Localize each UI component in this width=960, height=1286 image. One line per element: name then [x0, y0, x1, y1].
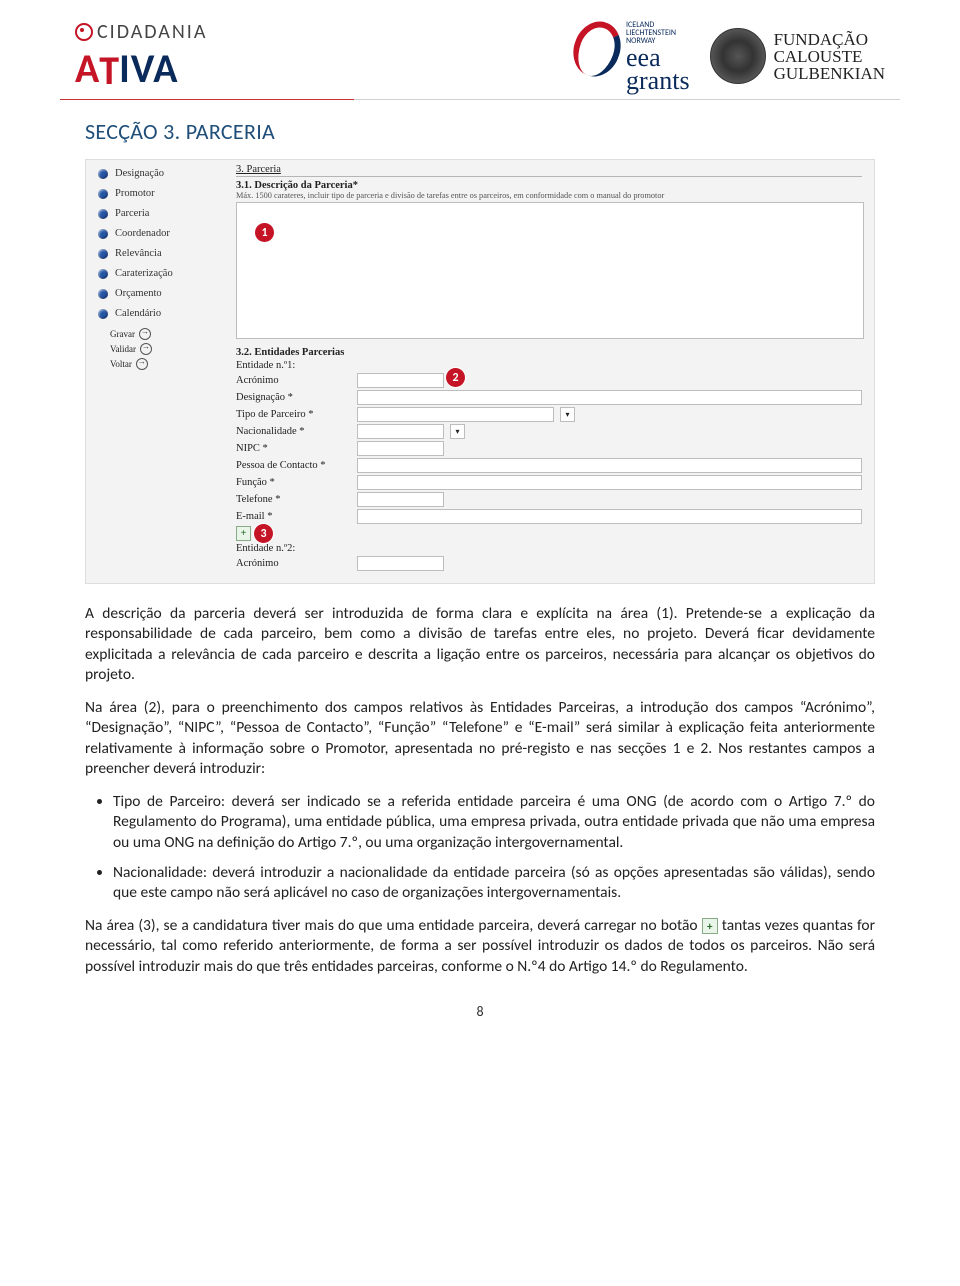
input-nipc[interactable]: [357, 441, 444, 456]
header-divider: [60, 99, 900, 100]
sidebar-item-relevancia[interactable]: Relevância: [98, 248, 218, 259]
paragraph-1: A descrição da parceria deverá ser intro…: [85, 604, 875, 686]
label-telefone: Telefone *: [236, 494, 351, 505]
arrow-icon: [136, 358, 148, 370]
sidebar-nav: Designação Promotor Parceria Coordenador…: [90, 164, 220, 573]
body-text: A descrição da parceria deverá ser intro…: [85, 604, 875, 977]
chevron-down-icon[interactable]: ▾: [560, 407, 575, 422]
bullet-icon: [98, 169, 108, 179]
paragraph-2: Na área (2), para o preenchimento dos ca…: [85, 698, 875, 780]
input-telefone[interactable]: [357, 492, 444, 507]
sidebar-item-promotor[interactable]: Promotor: [98, 188, 218, 199]
label-nacionalidade: Nacionalidade *: [236, 426, 351, 437]
paragraph-3: Na área (3), se a candidatura tiver mais…: [85, 916, 875, 977]
sidebar-item-parceria[interactable]: Parceria: [98, 208, 218, 219]
input-acronimo[interactable]: [357, 373, 444, 388]
embedded-form-screenshot: Designação Promotor Parceria Coordenador…: [85, 159, 875, 584]
logo-right-group: ICELAND LIECHTENSTEIN NORWAY eea grants …: [574, 21, 885, 93]
bullet-icon: [98, 289, 108, 299]
bullet-icon: [98, 209, 108, 219]
callout-marker-1: 1: [255, 223, 274, 242]
bullet-icon: [98, 189, 108, 199]
section-title: SECÇÃO 3. PARCERIA: [85, 118, 875, 145]
arrow-icon: [139, 328, 151, 340]
label-designacao: Designação *: [236, 392, 351, 403]
label-entidade2: Entidade n.º2:: [236, 543, 351, 554]
arrow-icon: [140, 343, 152, 355]
bullet-nacionalidade: Nacionalidade: deverá introduzir a nacio…: [113, 863, 875, 904]
label-tipo-parceiro: Tipo de Parceiro *: [236, 409, 351, 420]
bullet-icon: [98, 229, 108, 239]
action-validar[interactable]: Validar: [110, 343, 218, 355]
callout-marker-3: 3: [254, 524, 273, 543]
sidebar-item-caraterizacao[interactable]: Caraterização: [98, 268, 218, 279]
label-entidade1: Entidade n.º1:: [236, 360, 351, 371]
section-31-hint: Máx. 1500 carateres, incluir tipo de par…: [236, 191, 862, 200]
action-gravar[interactable]: Gravar: [110, 328, 218, 340]
bullet-icon: [98, 309, 108, 319]
seal-icon: [710, 28, 766, 84]
action-voltar[interactable]: Voltar: [110, 358, 218, 370]
label-email: E-mail *: [236, 511, 351, 522]
input-email[interactable]: [357, 509, 862, 524]
select-nacionalidade[interactable]: [357, 424, 444, 439]
input-acronimo-2[interactable]: [357, 556, 444, 571]
sidebar-item-calendario[interactable]: Calendário: [98, 308, 218, 319]
label-acronimo-2: Acrónimo: [236, 558, 351, 569]
input-designacao[interactable]: [357, 390, 862, 405]
bullet-icon: [98, 269, 108, 279]
label-funcao: Função *: [236, 477, 351, 488]
label-pessoa-contacto: Pessoa de Contacto *: [236, 460, 351, 471]
section-31-header: 3.1. Descrição da Parceria*: [236, 180, 862, 191]
input-funcao[interactable]: [357, 475, 862, 490]
label-acronimo: Acrónimo: [236, 375, 351, 386]
section-32-header: 3.2. Entidades Parcerias: [236, 347, 862, 358]
logo-cidadania-ativa: CIDADANIA ATIVA: [75, 20, 207, 93]
page-header: CIDADANIA ATIVA ICELAND LIECHTENSTEIN NO…: [0, 0, 960, 99]
page-number: 8: [85, 1003, 875, 1020]
logo-gulbenkian: FUNDAÇÃO CALOUSTE GULBENKIAN: [710, 28, 885, 84]
brand-top-text: CIDADANIA: [97, 20, 207, 44]
logo-eea-grants: ICELAND LIECHTENSTEIN NORWAY eea grants: [574, 21, 690, 93]
bullet-icon: [98, 249, 108, 259]
sidebar-item-designacao[interactable]: Designação: [98, 168, 218, 179]
section-3-header: 3. Parceria: [236, 164, 862, 177]
bullet-tipo-parceiro: Tipo de Parceiro: deverá ser indicado se…: [113, 792, 875, 853]
sidebar-item-coordenador[interactable]: Coordenador: [98, 228, 218, 239]
label-nipc: NIPC *: [236, 443, 351, 454]
descricao-parceria-textarea[interactable]: 1: [236, 202, 864, 339]
callout-marker-2: 2: [446, 368, 465, 387]
input-pessoa-contacto[interactable]: [357, 458, 862, 473]
chevron-down-icon[interactable]: ▾: [450, 424, 465, 439]
sidebar-item-orcamento[interactable]: Orçamento: [98, 288, 218, 299]
select-tipo-parceiro[interactable]: [357, 407, 554, 422]
plus-icon: +: [702, 918, 718, 934]
add-entity-button[interactable]: +: [236, 526, 251, 541]
